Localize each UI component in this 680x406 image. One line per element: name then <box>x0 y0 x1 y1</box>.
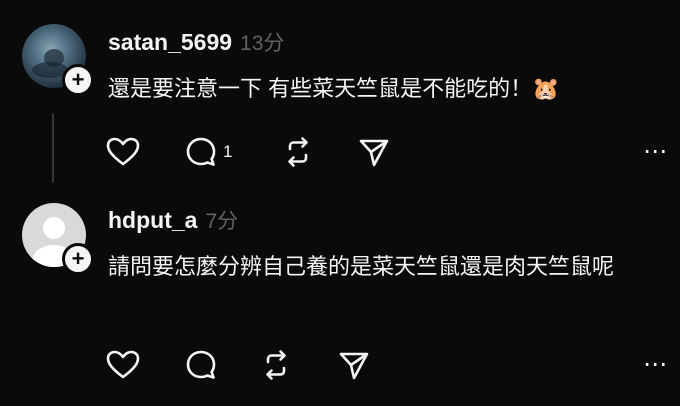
share-button[interactable] <box>358 136 390 168</box>
thread-connector <box>52 113 54 183</box>
post-header: hdput_a 7分 <box>108 205 238 235</box>
post-header: satan_5699 13分 <box>108 27 284 57</box>
like-button[interactable] <box>106 349 140 381</box>
post-actions: 1 ⋯ <box>106 136 668 168</box>
username[interactable]: hdput_a <box>108 207 197 234</box>
plus-icon[interactable]: + <box>62 243 94 275</box>
avatar-container[interactable]: + <box>22 203 94 275</box>
comment-icon <box>186 137 216 166</box>
comment-button[interactable]: 1 <box>185 136 232 168</box>
heart-icon <box>106 350 140 379</box>
share-button[interactable] <box>338 349 370 381</box>
post-time: 7分 <box>205 210 239 233</box>
comment-button[interactable] <box>185 349 217 381</box>
post-actions: ⋯ <box>106 349 668 381</box>
avatar-container[interactable]: + <box>22 24 94 96</box>
post-text: 還是要注意一下 有些菜天竺鼠是不能吃的！🐹 <box>108 76 560 101</box>
repost-icon <box>266 350 286 380</box>
heart-icon <box>106 137 140 166</box>
repost-icon <box>288 137 308 167</box>
share-icon <box>359 139 389 167</box>
username[interactable]: satan_5699 <box>108 29 232 56</box>
plus-icon[interactable]: + <box>62 64 94 96</box>
comment-icon <box>186 350 216 379</box>
repost-button[interactable] <box>282 136 314 168</box>
repost-button[interactable] <box>260 349 292 381</box>
post-text: 請問要怎麼分辨自己養的是菜天竺鼠還是肉天竺鼠呢 <box>108 254 615 279</box>
share-icon <box>339 352 369 380</box>
more-icon[interactable]: ⋯ <box>643 349 668 381</box>
post-time: 13分 <box>240 32 285 55</box>
reply-count: 1 <box>223 142 233 161</box>
like-button[interactable] <box>106 136 140 168</box>
more-icon[interactable]: ⋯ <box>643 136 668 168</box>
